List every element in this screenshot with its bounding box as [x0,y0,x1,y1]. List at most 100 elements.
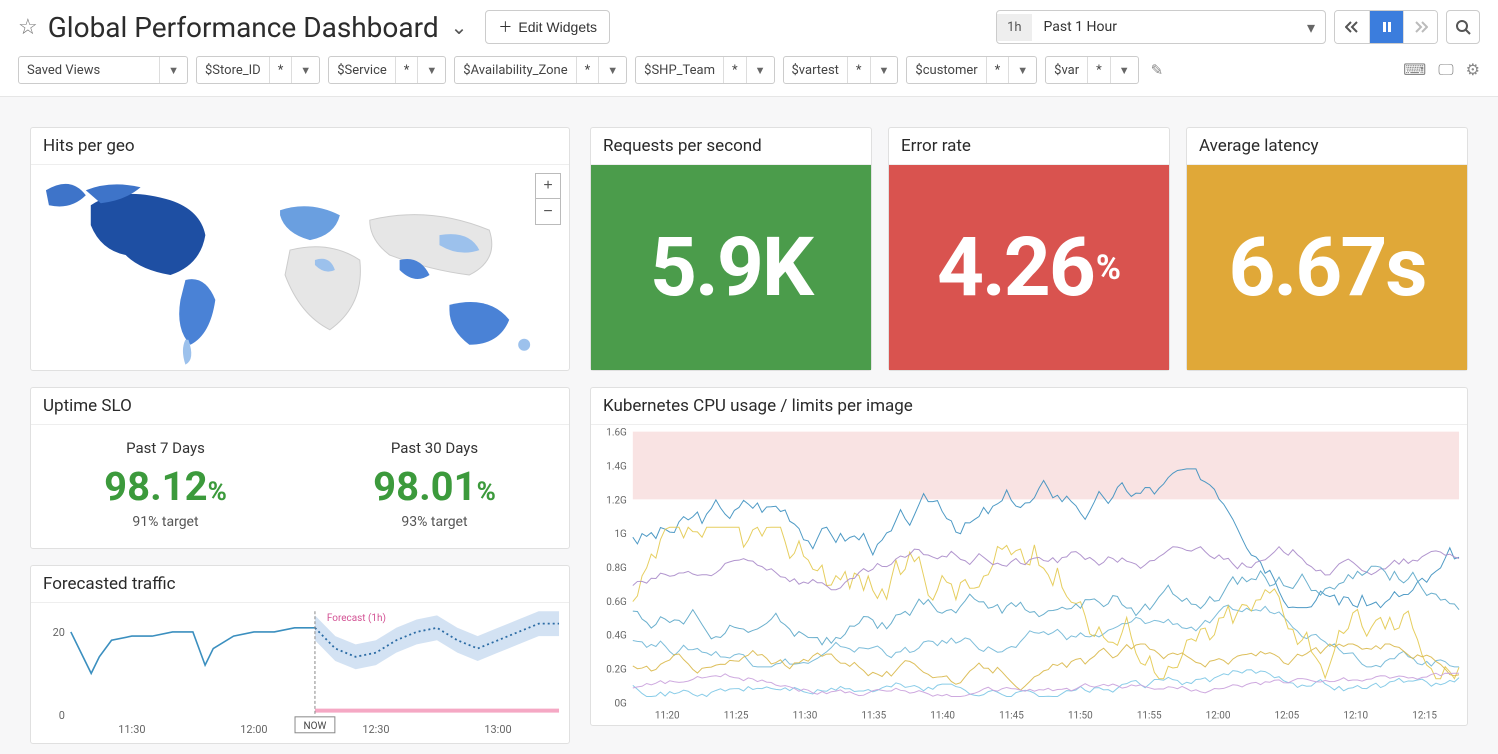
filter-shp-team[interactable]: $SHP_Team * ▼ [635,56,774,84]
edit-filters-pencil-icon[interactable]: ✎ [1147,61,1168,79]
svg-text:12:00: 12:00 [1206,710,1231,721]
chevron-down-icon: ▼ [746,57,774,83]
widget-error-rate[interactable]: Error rate 4.26% [888,127,1170,371]
edit-widgets-label: Edit Widgets [518,19,597,35]
svg-text:1.6G: 1.6G [606,428,627,439]
favorite-star-icon[interactable]: ☆ [18,15,38,40]
slo-target: 91% target [31,514,300,530]
widget-title: Uptime SLO [31,388,569,425]
filter-value: * [723,57,746,83]
time-forward-button[interactable] [1403,11,1437,43]
svg-text:11:40: 11:40 [930,710,955,721]
slo-value: 98.01% [300,463,569,510]
svg-text:12:10: 12:10 [1343,710,1368,721]
svg-text:1.2G: 1.2G [606,495,627,506]
forecast-svg: 02011:3012:0012:3013:00NOWForecast (1h) [31,603,569,743]
filter-vartest[interactable]: $vartest * ▼ [783,56,899,84]
geo-map[interactable]: + − [31,165,569,370]
widget-title: Kubernetes CPU usage / limits per image [591,388,1467,425]
edit-widgets-button[interactable]: ＋ Edit Widgets [485,10,610,44]
svg-text:12:15: 12:15 [1412,710,1437,721]
metric-unit: K [762,220,812,316]
dashboard-title: Global Performance Dashboard [48,11,439,44]
forecast-chart[interactable]: 02011:3012:0012:3013:00NOWForecast (1h) [31,603,569,743]
chevron-down-icon: ▼ [1110,57,1138,83]
svg-text:11:20: 11:20 [655,710,680,721]
filter-store-id[interactable]: $Store_ID * ▼ [196,56,320,84]
slo-label: Past 7 Days [31,439,300,457]
filter-availability-zone[interactable]: $Availability_Zone * ▼ [454,56,627,84]
svg-text:12:00: 12:00 [240,723,267,736]
map-zoom-in-button[interactable]: + [535,173,561,199]
k8s-chart[interactable]: 0G0.2G0.4G0.6G0.8G1G1.2G1.4G1.6G11:2011:… [591,425,1467,725]
svg-text:20: 20 [53,626,65,639]
slo-value: 98.12% [31,463,300,510]
filter-var[interactable]: $var * ▼ [1045,56,1138,84]
time-pause-button[interactable] [1369,11,1403,43]
magnifier-icon [1455,19,1471,35]
chevron-down-icon: ▼ [417,57,445,83]
filter-value: * [269,57,292,83]
slo-7-days: Past 7 Days 98.12% 91% target [31,439,300,530]
filter-name: $Service [329,57,395,83]
pause-icon [1381,21,1393,33]
rewind-icon [1345,21,1359,33]
svg-text:1G: 1G [614,529,627,540]
view-mode-icons: ⌨ 🖵 ⚙ [1403,60,1480,80]
filter-name: $customer [907,57,985,83]
saved-views-dropdown[interactable]: Saved Views ▼ [18,56,188,84]
widget-title: Hits per geo [31,128,569,165]
chevron-down-icon: ▼ [159,57,187,83]
metric-value: 4.26 [937,220,1094,316]
search-zoom-button[interactable] [1446,10,1480,44]
slo-label: Past 30 Days [300,439,569,457]
title-dropdown-chevron-icon[interactable]: ⌄ [451,15,468,39]
dashboard-grid: Hits per geo [0,97,1498,754]
metric-unit: % [1096,248,1121,288]
svg-text:11:35: 11:35 [861,710,886,721]
svg-text:11:30: 11:30 [118,723,145,736]
keyboard-icon[interactable]: ⌨ [1403,60,1426,80]
svg-text:11:45: 11:45 [999,710,1024,721]
time-nav-controls [1334,10,1438,44]
time-range-picker[interactable]: 1h Past 1 Hour ▾ [996,10,1326,44]
filter-value: * [986,57,1009,83]
map-zoom-controls: + − [535,173,561,225]
time-back-button[interactable] [1335,11,1369,43]
svg-text:12:05: 12:05 [1275,710,1300,721]
map-zoom-out-button[interactable]: − [535,199,561,225]
widget-title: Average latency [1187,128,1467,165]
widget-uptime-slo[interactable]: Uptime SLO Past 7 Days 98.12% 91% target… [30,387,570,549]
metric-unit: s [1385,220,1425,316]
display-icon[interactable]: 🖵 [1438,60,1453,80]
saved-views-label: Saved Views [19,57,159,83]
svg-text:0G: 0G [614,698,627,709]
widget-avg-latency[interactable]: Average latency 6.67s [1186,127,1468,371]
gear-icon[interactable]: ⚙ [1466,60,1480,80]
svg-text:0.8G: 0.8G [606,563,627,574]
svg-text:11:30: 11:30 [793,710,818,721]
svg-text:0.6G: 0.6G [606,597,627,608]
chevron-down-icon: ▼ [870,57,898,83]
slo-target: 93% target [300,514,569,530]
metric-value: 6.67 [1228,220,1385,316]
time-range-chevron-icon[interactable]: ▾ [1297,18,1325,37]
widget-requests-per-second[interactable]: Requests per second 5.9K [590,127,872,371]
svg-text:11:25: 11:25 [724,710,749,721]
widget-hits-geo[interactable]: Hits per geo [30,127,570,371]
time-range-badge: 1h [997,14,1031,41]
metric-body: 5.9K [591,165,871,370]
filter-name: $var [1046,57,1087,83]
fast-forward-icon [1414,21,1428,33]
filter-service[interactable]: $Service * ▼ [328,56,446,84]
header-bar: ☆ Global Performance Dashboard ⌄ ＋ Edit … [0,0,1498,52]
filter-name: $Store_ID [197,57,269,83]
svg-text:NOW: NOW [304,721,327,732]
filter-customer[interactable]: $customer * ▼ [906,56,1037,84]
world-map-svg [31,165,569,370]
svg-text:Forecast (1h): Forecast (1h) [327,613,386,624]
filter-name: $SHP_Team [636,57,723,83]
widget-k8s-cpu[interactable]: Kubernetes CPU usage / limits per image … [590,387,1468,726]
widget-forecasted-traffic[interactable]: Forecasted traffic 02011:3012:0012:3013:… [30,565,570,744]
filter-value: * [847,57,870,83]
